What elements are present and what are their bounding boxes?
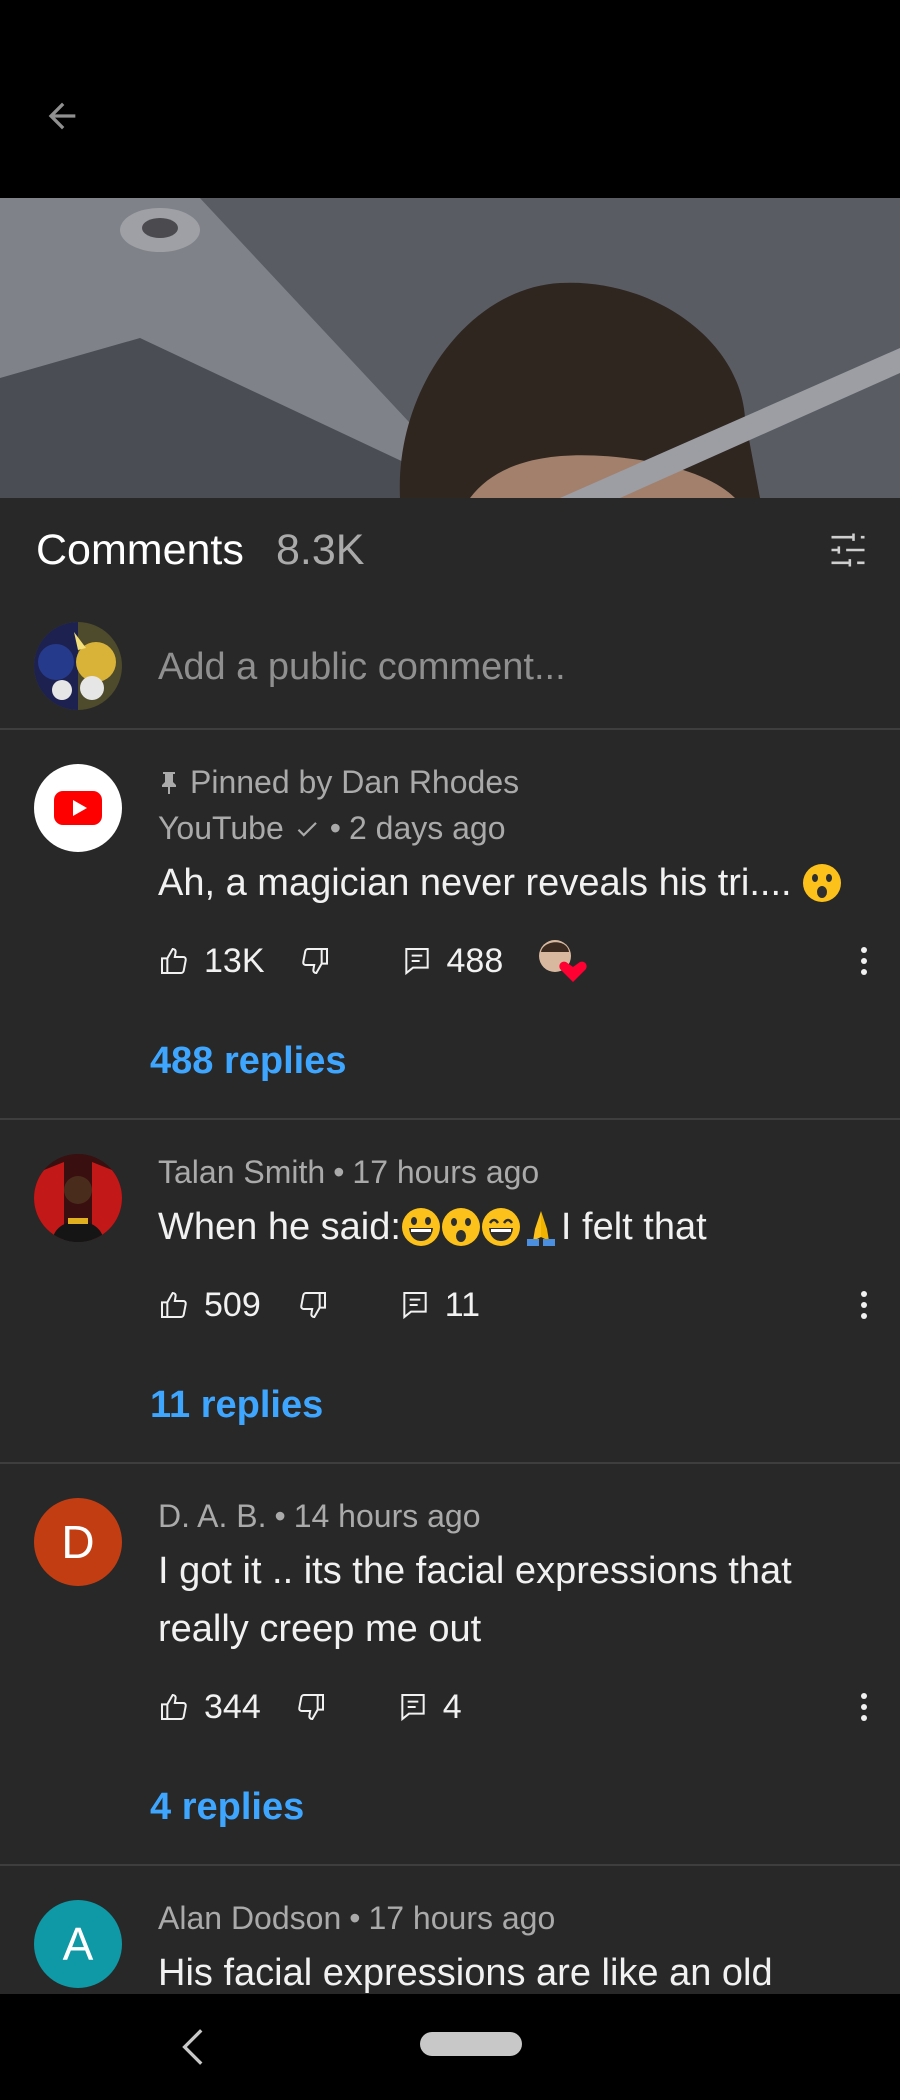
comment-thread: Pinned by Dan Rhodes YouTube • 2 days ag… xyxy=(0,728,900,1120)
separator-dot: • xyxy=(329,810,341,846)
reply-count: 488 xyxy=(446,941,504,980)
reply-button[interactable]: 11 xyxy=(399,1286,480,1325)
like-count: 509 xyxy=(204,1285,261,1324)
system-back-button[interactable] xyxy=(170,2022,220,2072)
verified-check-icon xyxy=(297,821,317,837)
like-button[interactable]: 344 xyxy=(158,1688,261,1727)
comment-reply-icon xyxy=(403,1292,427,1320)
separator-dot: • xyxy=(274,1498,286,1534)
comment-text: Ah, a magician never reveals his tri.... xyxy=(158,854,858,912)
comment-text: His facial expressions are like an old xyxy=(158,1952,773,1994)
comment-time[interactable]: 17 hours ago xyxy=(352,1154,539,1191)
grinning-face-emoji-icon xyxy=(401,1208,440,1246)
system-navigation-bar xyxy=(0,1994,900,2100)
like-count: 13K xyxy=(204,941,265,980)
comment-body: Ah, a magician never reveals his tri.... xyxy=(158,862,792,904)
pinned-text: Pinned by Dan Rhodes xyxy=(190,764,520,800)
top-bar xyxy=(0,0,900,198)
comments-title: Comments xyxy=(36,526,244,574)
thumbs-down-icon xyxy=(299,1292,326,1319)
like-count: 344 xyxy=(204,1687,261,1726)
comment-meta: YouTube • 2 days ago xyxy=(158,810,506,847)
video-frame xyxy=(0,198,900,498)
avatar-letter: D xyxy=(61,1516,95,1568)
comment-thread: D D. A. B. • 14 hours ago I got it .. it… xyxy=(0,1462,900,1866)
more-options-button[interactable] xyxy=(854,1280,874,1330)
astonished-face-emoji-icon xyxy=(803,864,842,902)
dislike-button[interactable] xyxy=(297,1289,329,1321)
comment-actions: 509 11 xyxy=(158,1280,480,1330)
dislike-button[interactable] xyxy=(299,945,331,977)
smiling-eyes-emoji-icon xyxy=(481,1208,520,1246)
sliders-icon xyxy=(831,533,865,567)
more-options-button[interactable] xyxy=(854,936,874,986)
thumbs-down-icon xyxy=(297,1694,324,1721)
avatar[interactable]: A xyxy=(34,1900,122,1988)
sort-filter-button[interactable] xyxy=(826,528,870,572)
comment-time[interactable]: 17 hours ago xyxy=(368,1900,555,1937)
more-vert-icon xyxy=(861,947,867,975)
comment-body-end: I felt that xyxy=(560,1206,707,1248)
comment-author[interactable]: D. A. B. xyxy=(158,1498,266,1535)
comment-actions: 344 4 xyxy=(158,1682,462,1732)
more-vert-icon xyxy=(861,1693,867,1721)
comment-reply-icon xyxy=(404,948,429,976)
comment-reply-icon xyxy=(401,1694,425,1722)
view-replies-link[interactable]: 488 replies xyxy=(150,1040,346,1083)
like-button[interactable]: 13K xyxy=(158,942,265,981)
pinned-label: Pinned by Dan Rhodes xyxy=(158,764,519,801)
thumbs-up-icon xyxy=(161,1291,187,1318)
avatar[interactable] xyxy=(34,1154,122,1242)
thumbs-up-icon xyxy=(161,947,187,974)
youtube-logo-icon xyxy=(54,791,102,825)
comment-time[interactable]: 2 days ago xyxy=(349,810,506,847)
folded-hands-emoji-icon xyxy=(526,1211,555,1246)
comment-text: I got it .. its the facial expressions t… xyxy=(158,1550,792,1650)
comment-author[interactable]: Talan Smith xyxy=(158,1154,325,1191)
add-comment-row[interactable]: Add a public comment... xyxy=(0,602,900,730)
thumbs-up-icon xyxy=(161,1693,187,1720)
avatar-letter: A xyxy=(62,1918,94,1970)
avatar[interactable] xyxy=(34,764,122,852)
more-options-button[interactable] xyxy=(854,1682,874,1732)
comment-meta: D. A. B. • 14 hours ago xyxy=(158,1498,481,1535)
view-replies-link[interactable]: 4 replies xyxy=(150,1786,304,1829)
comment-body-start: When he said: xyxy=(158,1206,401,1248)
thumbs-down-icon xyxy=(301,948,328,975)
comment-text: When he said: I felt that xyxy=(158,1198,858,1256)
comment-actions: 13K 488 xyxy=(158,936,587,986)
more-vert-icon xyxy=(861,1291,867,1319)
system-home-pill[interactable] xyxy=(420,2032,522,2056)
separator-dot: • xyxy=(333,1154,345,1190)
reply-count: 4 xyxy=(442,1687,462,1726)
creator-heart-icon xyxy=(539,940,587,982)
dislike-button[interactable] xyxy=(295,1691,327,1723)
comment-time[interactable]: 14 hours ago xyxy=(294,1498,481,1535)
chevron-left-icon xyxy=(182,2029,203,2065)
comment-thread: Talan Smith • 17 hours ago When he said:… xyxy=(0,1118,900,1464)
comment-author[interactable]: YouTube xyxy=(158,810,284,847)
comments-header: Comments 8.3K xyxy=(0,498,900,602)
comments-count: 8.3K xyxy=(276,526,365,574)
current-user-avatar xyxy=(34,622,122,710)
comment-author[interactable]: Alan Dodson xyxy=(158,1900,341,1937)
avatar[interactable]: D xyxy=(34,1498,122,1586)
reply-button[interactable]: 488 xyxy=(401,941,504,981)
add-comment-input[interactable]: Add a public comment... xyxy=(158,646,566,689)
like-button[interactable]: 509 xyxy=(158,1286,261,1325)
back-button[interactable] xyxy=(36,90,88,142)
astonished-face-emoji-icon xyxy=(441,1208,480,1246)
arrow-left-icon xyxy=(48,102,76,130)
video-player[interactable] xyxy=(0,198,900,498)
pin-icon xyxy=(162,771,176,794)
comment-meta: Alan Dodson • 17 hours ago xyxy=(158,1900,555,1937)
reply-count: 11 xyxy=(444,1285,481,1324)
comment-thread: A Alan Dodson • 17 hours ago His facial … xyxy=(0,1864,900,1994)
reply-button[interactable]: 4 xyxy=(397,1688,462,1727)
view-replies-link[interactable]: 11 replies xyxy=(150,1384,323,1427)
separator-dot: • xyxy=(349,1900,361,1936)
comment-meta: Talan Smith • 17 hours ago xyxy=(158,1154,539,1191)
creator-heart xyxy=(537,938,587,984)
